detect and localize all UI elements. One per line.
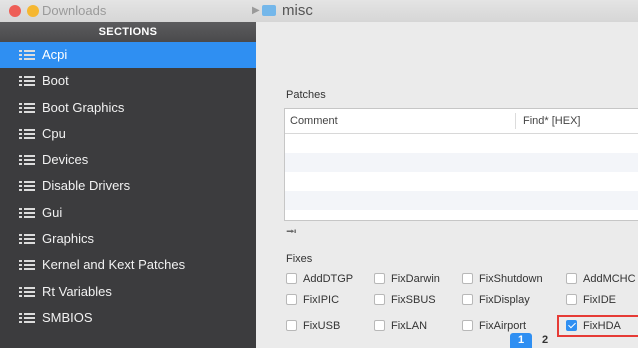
checkbox-icon[interactable]	[286, 294, 297, 305]
sidebar-item-label: Boot	[42, 73, 69, 89]
checkbox-icon[interactable]	[566, 294, 577, 305]
sidebar-item-graphics[interactable]: Graphics	[0, 226, 256, 252]
checkbox-icon[interactable]	[286, 273, 297, 284]
checkbox-icon[interactable]	[374, 273, 385, 284]
breadcrumb-downloads[interactable]: Downloads	[42, 3, 106, 18]
checkbox-icon[interactable]	[566, 273, 577, 284]
sidebar-item-devices[interactable]: Devices	[0, 147, 256, 173]
close-window-button[interactable]	[9, 5, 21, 17]
sidebar-item-label: Boot Graphics	[42, 99, 125, 115]
breadcrumb-misc[interactable]: misc	[282, 2, 313, 19]
page-2-tab[interactable]: 2	[534, 333, 556, 348]
checkbox-icon[interactable]	[462, 320, 473, 331]
sidebar-item-label: Rt Variables	[42, 283, 112, 299]
sidebar-item-acpi[interactable]: Acpi	[0, 42, 256, 69]
list-icon	[19, 102, 35, 114]
page-1-tab[interactable]: 1	[510, 333, 532, 348]
sidebar-item-label: Gui	[42, 204, 63, 220]
table-row[interactable]	[285, 134, 638, 153]
sidebar-item-label: Kernel and Kext Patches	[42, 257, 186, 273]
list-icon	[19, 260, 35, 271]
add-row-handle-icon[interactable]: ⭲	[286, 221, 297, 245]
chevron-right-icon: ▶	[252, 5, 260, 16]
fixes-label: Fixes	[286, 253, 313, 265]
table-row[interactable]	[285, 153, 638, 172]
patches-table-header: Comment Find* [HEX]	[285, 109, 638, 134]
table-row[interactable]	[285, 191, 638, 210]
checkbox-icon[interactable]	[462, 273, 473, 284]
sidebar-item-label: SMBIOS	[42, 309, 93, 325]
folder-icon	[262, 5, 276, 16]
table-row[interactable]	[285, 172, 638, 191]
list-icon	[19, 76, 35, 87]
list-icon	[19, 128, 35, 140]
list-icon	[19, 181, 35, 192]
sidebar-item-label: Acpi	[42, 47, 68, 62]
fixhda-highlight-box	[557, 315, 638, 337]
list-icon	[19, 234, 35, 245]
sidebar-item-rt-variables[interactable]: Rt Variables	[0, 279, 256, 305]
sidebar-header: SECTIONS	[0, 22, 256, 42]
sidebar-item-boot-graphics[interactable]: Boot Graphics	[0, 95, 256, 121]
checkbox-icon[interactable]	[286, 320, 297, 331]
sidebar-item-label: Cpu	[42, 125, 66, 141]
sidebar-item-kernel-and-kext-patches[interactable]: Kernel and Kext Patches	[0, 252, 256, 278]
sidebar-item-cpu[interactable]: Cpu	[0, 121, 256, 147]
sidebar-item-label: Disable Drivers	[42, 178, 131, 194]
sidebar-item-boot[interactable]: Boot	[0, 68, 256, 94]
list-icon	[19, 286, 35, 298]
column-header-comment[interactable]: Comment	[290, 115, 338, 127]
column-header-find-hex[interactable]: Find* [HEX]	[523, 115, 580, 127]
checkbox-icon[interactable]	[462, 294, 473, 305]
list-icon	[19, 312, 35, 324]
minimize-window-button[interactable]	[27, 5, 39, 17]
list-icon	[19, 50, 35, 61]
patches-label: Patches	[286, 89, 326, 101]
sidebar-item-label: Devices	[42, 152, 89, 168]
list-icon	[19, 155, 35, 166]
sidebar: SECTIONS Acpi Boot Boot Graphics Cpu Dev…	[0, 22, 256, 348]
checkbox-icon[interactable]	[374, 320, 385, 331]
list-icon	[19, 207, 35, 219]
sidebar-item-label: Graphics	[42, 231, 95, 247]
title-bar: Downloads ▶ misc	[0, 0, 638, 23]
checkbox-icon[interactable]	[374, 294, 385, 305]
sidebar-item-gui[interactable]: Gui	[0, 200, 256, 226]
patches-table[interactable]: Comment Find* [HEX]	[284, 108, 638, 221]
sidebar-item-smbios[interactable]: SMBIOS	[0, 305, 256, 331]
sidebar-item-disable-drivers[interactable]: Disable Drivers	[0, 173, 256, 199]
